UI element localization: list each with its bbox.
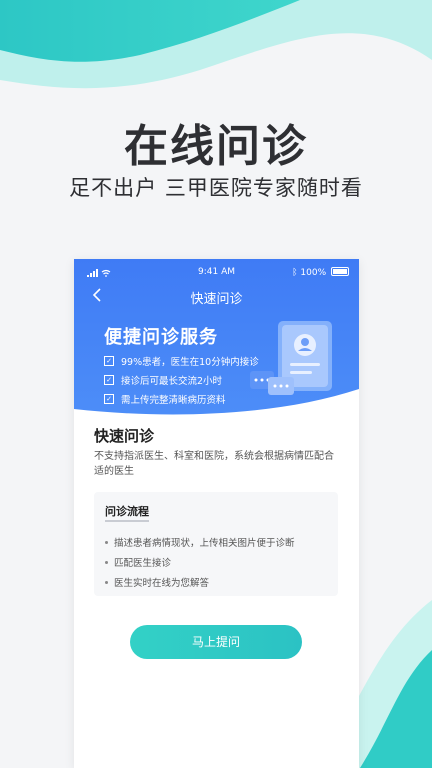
checkbox-icon: ✓ — [104, 355, 114, 366]
bullet-icon — [105, 580, 108, 584]
flow-step-label: 描述患者病情现状，上传相关图片便于诊断 — [114, 538, 295, 549]
banner-item-label: 99%患者，医生在10分钟内接诊 — [121, 356, 259, 368]
nav-bar: 快速问诊 — [74, 286, 359, 308]
battery-icon — [331, 267, 349, 276]
flow-box: 问诊流程 描述患者病情现状，上传相关图片便于诊断 匹配医生接诊 医生实时在线为您… — [94, 492, 338, 596]
list-item: 匹配医生接诊 — [105, 552, 295, 572]
bullet-icon — [105, 540, 108, 544]
banner-title: 便捷问诊服务 — [104, 327, 218, 348]
flow-list: 描述患者病情现状，上传相关图片便于诊断 匹配医生接诊 医生实时在线为您解答 — [105, 532, 295, 592]
nav-title: 快速问诊 — [190, 292, 243, 307]
card-title: 快速问诊 — [94, 427, 155, 445]
flow-title: 问诊流程 — [105, 503, 149, 522]
battery-label: 100% — [300, 268, 327, 278]
banner-item: ✓ 接诊后可最长交流2小时 — [104, 370, 259, 389]
promo-subline: 足不出户 三甲医院专家随时看 — [69, 176, 363, 200]
bullet-icon — [105, 560, 108, 564]
bluetooth-icon: ᛒ — [292, 268, 298, 278]
flow-step-label: 医生实时在线为您解答 — [114, 578, 210, 589]
card-description: 不支持指派医生、科室和医院，系统会根据病情匹配合适的医生 — [94, 451, 334, 477]
checkbox-icon: ✓ — [104, 374, 114, 385]
flow-step-label: 匹配医生接诊 — [114, 558, 172, 569]
banner-item-label: 接诊后可最长交流2小时 — [121, 375, 223, 387]
phone-mockup: 9:41 AM ᛒ 100% 快速问诊 便捷问诊服务 ✓ 99%患者，医生在10… — [74, 259, 359, 768]
ask-now-button[interactable]: 马上提问 — [130, 625, 302, 659]
promo-headline: 在线问诊 — [124, 121, 308, 172]
status-right: ᛒ 100% — [292, 267, 349, 278]
list-item: 描述患者病情现状，上传相关图片便于诊断 — [105, 532, 295, 552]
list-item: 医生实时在线为您解答 — [105, 572, 295, 592]
status-bar: 9:41 AM ᛒ 100% — [74, 267, 359, 279]
banner-item: ✓ 99%患者，医生在10分钟内接诊 — [104, 351, 259, 370]
